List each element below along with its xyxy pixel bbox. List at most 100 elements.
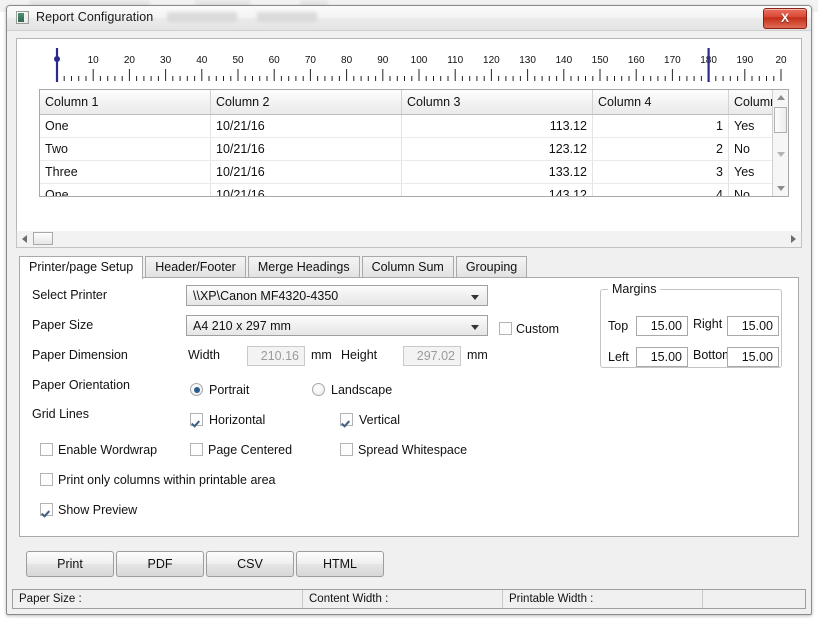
scroll-up-button[interactable] — [773, 90, 788, 105]
ruler-tick-label: 140 — [555, 55, 572, 66]
paper-size-label: Paper Size — [32, 318, 94, 332]
table-header-cell[interactable]: Column 2 — [210, 90, 402, 115]
tab-grouping[interactable]: Grouping — [455, 256, 528, 277]
print-only-printable-checkbox[interactable] — [40, 473, 53, 486]
table-header-row: Column 1 Column 2 Column 3 Column 4 Colu… — [40, 90, 788, 115]
tab-merge-headings[interactable]: Merge Headings — [247, 256, 360, 277]
margin-bottom-field[interactable]: 15.00 — [727, 347, 779, 367]
page-centered-label: Page Centered — [208, 443, 293, 457]
ruler-tick-label: 120 — [483, 55, 500, 66]
vertical-gridline-checkbox[interactable] — [340, 413, 353, 426]
ruler-tick-label: 110 — [447, 55, 463, 66]
chevron-up-icon — [777, 95, 785, 100]
portrait-radio[interactable] — [190, 383, 203, 396]
status-content-width: Content Width : — [303, 590, 503, 608]
ruler-tick-label: 170 — [664, 55, 681, 66]
csv-button[interactable]: CSV — [206, 551, 294, 577]
scroll-right-button[interactable] — [787, 231, 801, 246]
table-cell: Three — [40, 160, 211, 184]
close-button[interactable]: X — [763, 8, 807, 29]
show-preview-checkbox[interactable] — [40, 503, 53, 516]
horizontal-gridline-checkbox[interactable] — [190, 413, 203, 426]
height-field: 297.02 — [403, 346, 461, 366]
ruler-tick-label: 150 — [592, 55, 609, 66]
ruler-tick-label: 40 — [196, 55, 208, 66]
margin-right-label: Right — [693, 317, 723, 331]
margin-top-label: Top — [608, 319, 629, 333]
table-cell: 10/21/16 — [210, 160, 402, 184]
paper-size-combo[interactable]: A4 210 x 297 mm — [186, 315, 488, 336]
select-printer-combo[interactable]: \\XP\Canon MF4320-4350 — [186, 285, 488, 306]
table-cell: 143.12 — [401, 183, 593, 196]
vertical-label: Vertical — [359, 413, 400, 427]
landscape-radio[interactable] — [312, 383, 325, 396]
height-label: Height — [341, 348, 378, 362]
tab-header-footer[interactable]: Header/Footer — [145, 256, 246, 277]
paper-dimension-label: Paper Dimension — [32, 348, 128, 362]
chevron-down-icon-mid — [777, 152, 785, 157]
margin-bottom-value: 15.00 — [741, 350, 773, 364]
tab-printer-page-setup[interactable]: Printer/page Setup — [19, 256, 144, 279]
table-cell: One — [40, 183, 211, 196]
ruler-tick-label: 10 — [88, 55, 100, 66]
tab-strip: Printer/page Setup Header/Footer Merge H… — [19, 256, 799, 279]
title-ghost-1 — [167, 12, 237, 22]
margin-right-field[interactable]: 15.00 — [727, 316, 779, 336]
ruler-marker-handle — [54, 56, 60, 62]
vertical-scrollbar-thumb[interactable] — [774, 107, 787, 133]
spread-whitespace-label: Spread Whitespace — [358, 443, 468, 457]
horizontal-scrollbar-thumb[interactable] — [33, 232, 53, 245]
margin-top-field[interactable]: 15.00 — [636, 316, 688, 336]
width-value: 210.16 — [260, 349, 299, 363]
tab-column-sum[interactable]: Column Sum — [361, 256, 454, 277]
ruler-tick-label: 100 — [411, 55, 428, 66]
table-row[interactable]: Two 10/21/16 123.12 2 No — [40, 137, 788, 161]
print-button[interactable]: Print — [26, 551, 114, 577]
ruler-tick-label: 90 — [377, 55, 389, 66]
report-icon — [16, 11, 29, 24]
table-cell: 113.12 — [401, 114, 593, 138]
ruler-tick-label: 30 — [160, 55, 172, 66]
chevron-down-icon — [471, 295, 479, 300]
report-configuration-dialog: Report Configuration X 10 20 30 40 50 60 70 80 9… — [6, 5, 812, 615]
ruler-tick-label: 130 — [519, 55, 536, 66]
table-row[interactable]: Three 10/21/16 133.12 3 Yes — [40, 160, 788, 184]
select-printer-label: Select Printer — [32, 288, 108, 302]
table-cell: 4 — [592, 183, 729, 196]
table-cell: 3 — [592, 160, 729, 184]
paper-orientation-label: Paper Orientation — [32, 378, 130, 392]
scroll-left-button[interactable] — [17, 231, 31, 246]
title-ghost-2 — [257, 12, 317, 22]
preview-table: Column 1 Column 2 Column 3 Column 4 Colu… — [40, 90, 788, 196]
table-cell: 123.12 — [401, 137, 593, 161]
preview-table-wrapper: Column 1 Column 2 Column 3 Column 4 Colu… — [39, 89, 789, 197]
table-header-cell[interactable]: Column 4 — [592, 90, 729, 115]
ruler-graphic: 10 20 30 40 50 60 70 80 90 100 110 120 130 140 150 160 1… — [54, 48, 787, 82]
table-cell: Two — [40, 137, 211, 161]
page-centered-checkbox[interactable] — [190, 443, 203, 456]
ruler-tick-label: 160 — [628, 55, 645, 66]
pdf-button[interactable]: PDF — [116, 551, 204, 577]
chevron-down-icon — [471, 325, 479, 330]
preview-horizontal-scrollbar[interactable] — [16, 231, 802, 248]
horizontal-label: Horizontal — [209, 413, 266, 427]
enable-wordwrap-checkbox[interactable] — [40, 443, 53, 456]
width-label: Width — [188, 348, 220, 362]
table-header-cell[interactable]: Column 3 — [401, 90, 593, 115]
spread-whitespace-checkbox[interactable] — [340, 443, 353, 456]
table-header-cell[interactable]: Column 1 — [40, 90, 211, 115]
scroll-down-button[interactable] — [773, 181, 788, 196]
margin-top-value: 15.00 — [650, 319, 682, 333]
grid-lines-label: Grid Lines — [32, 407, 89, 421]
table-row[interactable]: One 10/21/16 143.12 4 No — [40, 183, 788, 196]
custom-checkbox[interactable] — [499, 322, 512, 335]
table-cell: One — [40, 114, 211, 138]
ruler: 10 20 30 40 50 60 70 80 90 100 110 120 130 140 150 160 1… — [39, 45, 789, 87]
ruler-tick-label: 190 — [736, 55, 753, 66]
preview-panel: 10 20 30 40 50 60 70 80 90 100 110 120 130 140 150 160 1… — [16, 38, 802, 243]
html-button[interactable]: HTML — [296, 551, 384, 577]
margin-right-value: 15.00 — [741, 319, 773, 333]
table-vertical-scrollbar[interactable] — [772, 90, 788, 196]
table-row[interactable]: One 10/21/16 113.12 1 Yes — [40, 114, 788, 138]
margin-left-field[interactable]: 15.00 — [636, 347, 688, 367]
